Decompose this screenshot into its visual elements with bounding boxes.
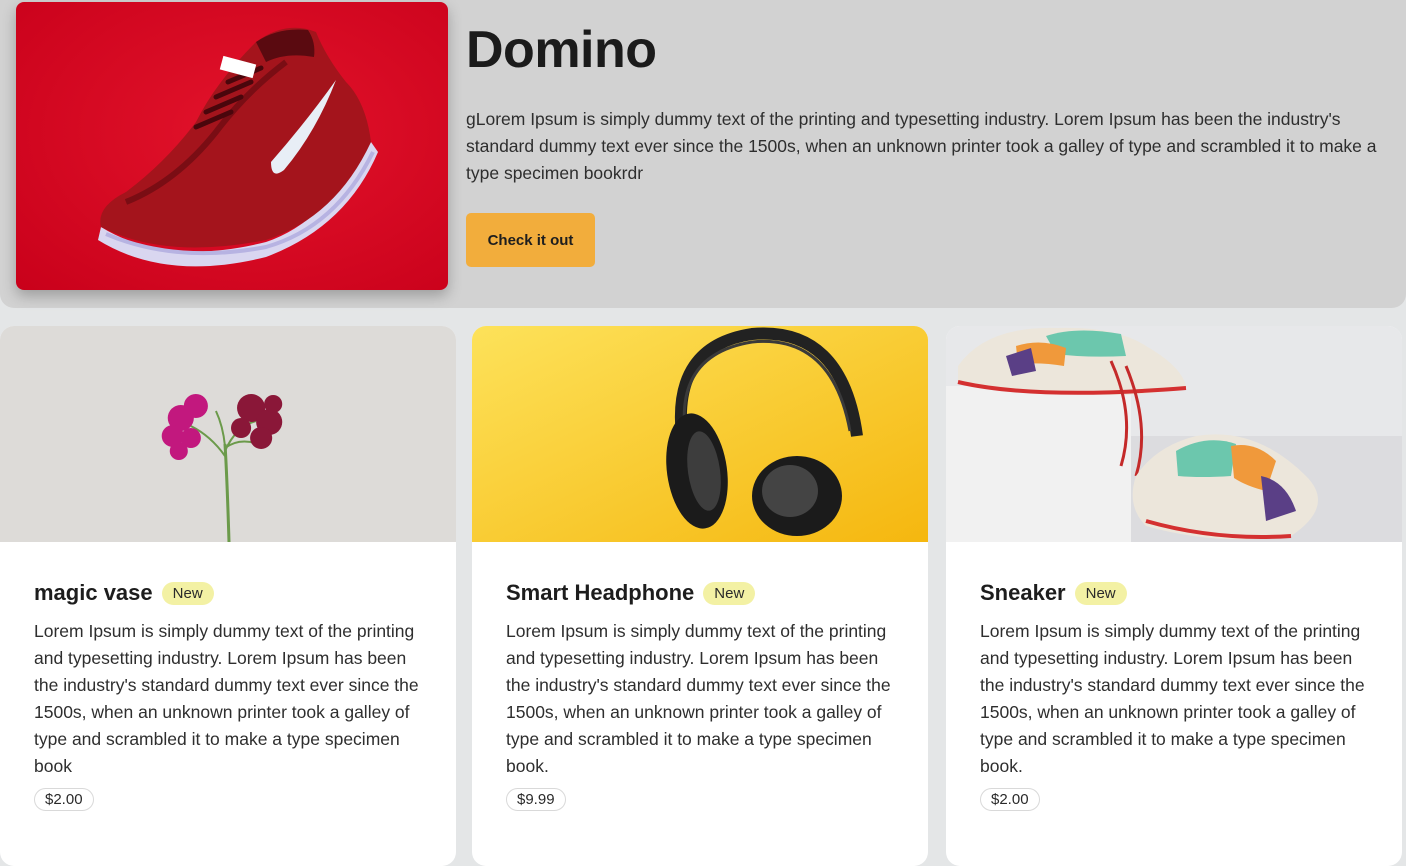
product-description: Lorem Ipsum is simply dummy text of the … <box>980 621 1365 776</box>
product-title: magic vase <box>34 580 153 605</box>
headphone-image <box>472 326 928 542</box>
card-title-row: magic vase New <box>34 580 214 606</box>
product-description: Lorem Ipsum is simply dummy text of the … <box>34 621 419 776</box>
hero-title: Domino <box>466 21 657 79</box>
new-badge: New <box>1074 581 1127 605</box>
product-card[interactable]: magic vase New Lorem Ipsum is simply dum… <box>0 326 456 866</box>
price-tag: $9.99 <box>506 788 566 811</box>
card-title-row: Sneaker New <box>980 580 1127 606</box>
hero-description: gLorem Ipsum is simply dummy text of the… <box>466 109 1377 183</box>
flower-image <box>0 326 456 542</box>
sneakers-image <box>946 326 1402 542</box>
product-card[interactable]: Smart Headphone New Lorem Ipsum is simpl… <box>472 326 928 866</box>
new-badge: New <box>161 581 214 605</box>
product-description: Lorem Ipsum is simply dummy text of the … <box>506 621 891 776</box>
product-title: Sneaker <box>980 580 1066 605</box>
card-title-row: Smart Headphone New <box>506 580 756 606</box>
price-tag: $2.00 <box>34 788 94 811</box>
check-it-out-button[interactable]: Check it out <box>466 213 595 267</box>
new-badge: New <box>703 581 756 605</box>
hero-banner: Domino gLorem Ipsum is simply dummy text… <box>0 0 1406 308</box>
product-card[interactable]: Sneaker New Lorem Ipsum is simply dummy … <box>946 326 1402 866</box>
product-title: Smart Headphone <box>506 580 695 605</box>
price-tag: $2.00 <box>980 788 1040 811</box>
hero-shoe-image <box>16 2 448 290</box>
